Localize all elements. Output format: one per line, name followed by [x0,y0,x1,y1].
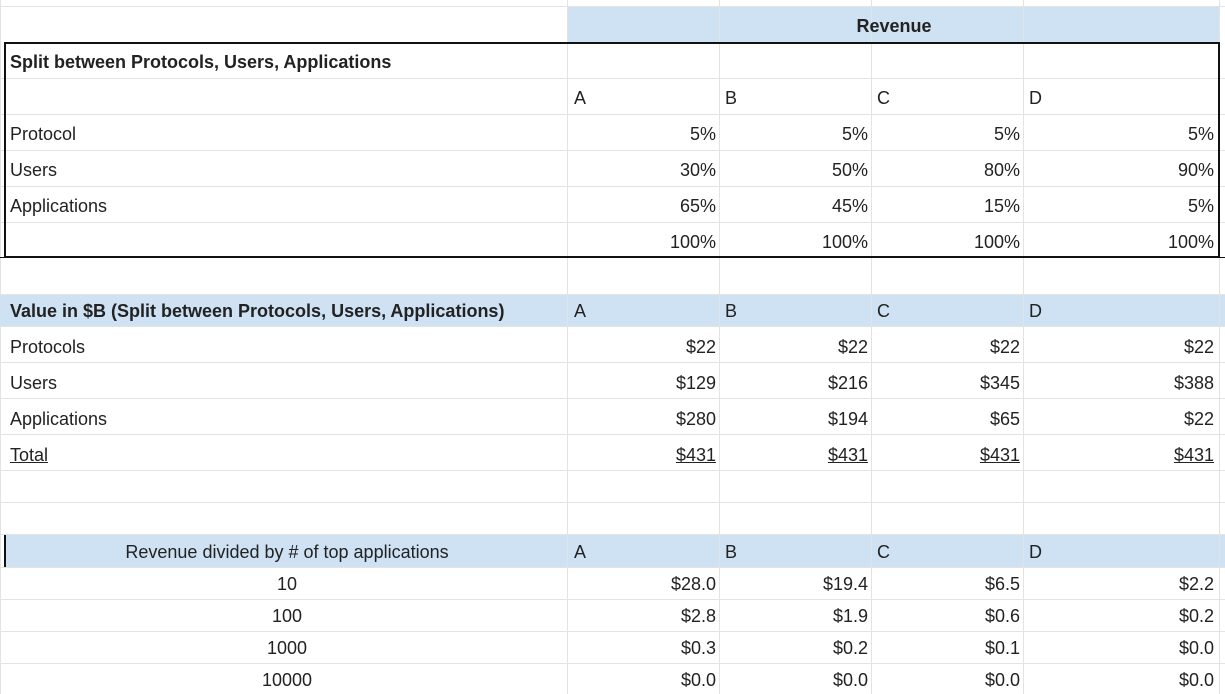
value-cell[interactable]: $129 [568,374,716,392]
divided-cell[interactable]: $0.3 [568,639,716,657]
split-section-title: Split between Protocols, Users, Applicat… [10,52,392,72]
divided-section-title: Revenue divided by # of top applications [125,542,449,562]
divided-col-header-b: B [725,542,738,562]
value-cell[interactable]: $65 [872,410,1020,428]
divided-cell[interactable]: $1.9 [720,607,868,625]
gridline-h [0,470,1225,471]
split-cell[interactable]: 15% [872,197,1020,215]
divided-cell[interactable]: $0.6 [872,607,1020,625]
gridline-h [0,434,1225,435]
gridline-h [0,502,1225,503]
value-cell[interactable]: $280 [568,410,716,428]
split-cell[interactable]: 5% [1024,125,1214,143]
value-cell[interactable]: $194 [720,410,868,428]
divided-cell[interactable]: $19.4 [720,575,868,593]
value-total-cell[interactable]: $431 [568,446,716,464]
revenue-header: Revenue [856,16,932,36]
split-cell[interactable]: 90% [1024,161,1214,179]
gridline-h [0,326,1225,327]
divided-cell[interactable]: $2.2 [1024,575,1214,593]
divided-cell[interactable]: $0.0 [720,671,868,689]
spreadsheet-grid[interactable]: Revenue Split between Protocols, Users, … [0,0,1225,694]
value-col-header-b: B [725,301,738,321]
divided-cell[interactable]: $0.1 [872,639,1020,657]
split-row-label: Users [10,160,58,180]
value-cell[interactable]: $22 [1024,410,1214,428]
gridline-h [0,663,1225,664]
gridline-h [0,398,1225,399]
split-total-cell[interactable]: 100% [720,233,868,251]
gridline-h [0,294,1225,295]
split-section-bottom-rule [0,257,1225,258]
gridline-h [0,567,1225,568]
value-total-cell[interactable]: $431 [720,446,868,464]
divided-col-header-d: D [1029,542,1042,562]
value-total-cell[interactable]: $431 [1024,446,1214,464]
divided-cell[interactable]: $0.0 [568,671,716,689]
value-row-label: Applications [10,409,108,429]
divided-cell[interactable]: $0.0 [1024,671,1214,689]
divided-row-label: 10000 [261,670,313,690]
split-total-cell[interactable]: 100% [1024,233,1214,251]
split-cell[interactable]: 30% [568,161,716,179]
value-row-label: Users [10,373,58,393]
gridline-h [0,534,1225,535]
divided-row-label: 100 [271,606,303,626]
split-section-border [4,42,1220,258]
split-row-label: Applications [10,196,108,216]
value-cell[interactable]: $345 [872,374,1020,392]
divided-cell[interactable]: $0.0 [1024,639,1214,657]
value-section-title: Value in $B (Split between Protocols, Us… [10,301,505,321]
split-col-header-a: A [574,88,587,108]
split-cell[interactable]: 50% [720,161,868,179]
split-total-cell[interactable]: 100% [568,233,716,251]
divided-col-header-a: A [574,542,587,562]
value-cell[interactable]: $22 [1024,338,1214,356]
divided-cell[interactable]: $2.8 [568,607,716,625]
gridline-h [0,599,1225,600]
gridline-h [0,362,1225,363]
split-cell[interactable]: 5% [568,125,716,143]
split-cell[interactable]: 5% [720,125,868,143]
value-col-header-d: D [1029,301,1042,321]
value-cell[interactable]: $22 [568,338,716,356]
divided-row-label: 1000 [266,638,308,658]
gridline-h [0,6,1225,7]
split-total-cell[interactable]: 100% [872,233,1020,251]
value-cell[interactable]: $388 [1024,374,1214,392]
split-cell[interactable]: 65% [568,197,716,215]
divided-cell[interactable]: $0.0 [872,671,1020,689]
value-cell[interactable]: $216 [720,374,868,392]
split-cell[interactable]: 5% [872,125,1020,143]
split-col-header-b: B [725,88,738,108]
divided-row-label: 10 [276,574,298,594]
value-total-cell[interactable]: $431 [872,446,1020,464]
divided-cell[interactable]: $6.5 [872,575,1020,593]
divided-cell[interactable]: $0.2 [720,639,868,657]
divided-cell[interactable]: $0.2 [1024,607,1214,625]
value-cell[interactable]: $22 [720,338,868,356]
split-cell[interactable]: 5% [1024,197,1214,215]
split-col-header-c: C [877,88,890,108]
split-row-label: Protocol [10,124,77,144]
gridline-h [0,631,1225,632]
value-total-label: Total [10,445,49,465]
split-cell[interactable]: 80% [872,161,1020,179]
divided-col-header-c: C [877,542,890,562]
value-col-header-a: A [574,301,587,321]
value-col-header-c: C [877,301,890,321]
divided-cell[interactable]: $28.0 [568,575,716,593]
value-row-label: Protocols [10,337,86,357]
split-col-header-d: D [1029,88,1042,108]
split-cell[interactable]: 45% [720,197,868,215]
value-cell[interactable]: $22 [872,338,1020,356]
